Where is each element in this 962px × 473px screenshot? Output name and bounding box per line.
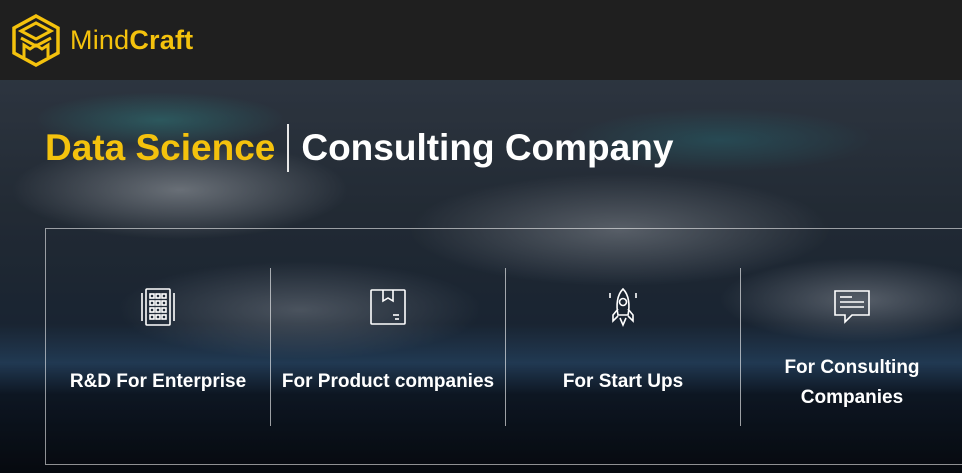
brand-logo-link[interactable]: MindCraft	[10, 13, 193, 67]
brand-name-regular: Mind	[70, 24, 130, 55]
package-icon	[366, 285, 410, 329]
service-label-startups: For Start Ups	[562, 371, 684, 392]
headline-divider	[287, 124, 290, 172]
top-navbar: MindCraft	[0, 0, 962, 80]
service-label-consulting: For Consulting Companies	[784, 357, 920, 408]
service-card-product[interactable]: For Product companies	[271, 229, 505, 466]
service-card-enterprise[interactable]: R&D For Enterprise	[46, 229, 270, 466]
services-panel: R&D For Enterprise For Product companies	[45, 228, 962, 465]
mindcraft-logo-icon	[12, 14, 60, 67]
brand-name: MindCraft	[70, 25, 193, 56]
hero-section: Data Science Consulting Company R&D For …	[0, 80, 962, 473]
chat-bubble-icon	[830, 285, 874, 329]
service-label-enterprise: R&D For Enterprise	[69, 371, 247, 392]
headline-rest: Consulting Company	[301, 127, 674, 168]
brand-name-bold: Craft	[129, 24, 194, 55]
rocket-icon	[601, 285, 645, 329]
headline-highlight: Data Science	[45, 127, 276, 168]
service-card-consulting[interactable]: For Consulting Companies	[741, 229, 962, 466]
hero-headline: Data Science Consulting Company	[45, 124, 673, 172]
service-card-startups[interactable]: For Start Ups	[506, 229, 740, 466]
building-icon	[136, 285, 180, 329]
service-label-product: For Product companies	[281, 371, 495, 392]
